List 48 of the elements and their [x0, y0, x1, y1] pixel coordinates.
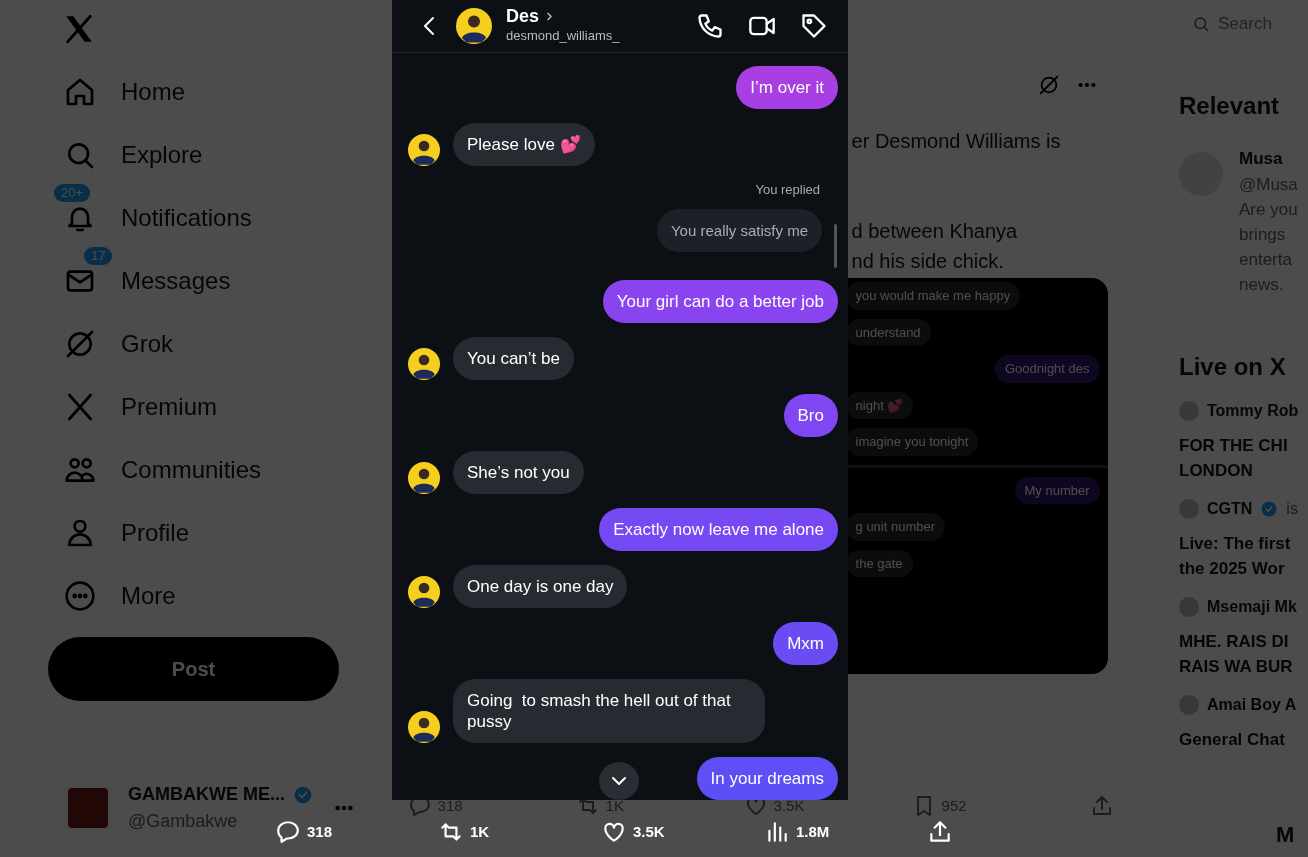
chat-bubble: Going to smash the hell out of that pussy — [453, 679, 765, 743]
chat-bubble: I’m over it — [736, 65, 838, 109]
section-heading: Relevant — [1179, 91, 1281, 121]
phone-icon[interactable] — [696, 12, 724, 40]
avatar — [456, 8, 492, 44]
action-count: 3.5K — [633, 821, 665, 842]
host-name: Msemaji Mk — [1207, 597, 1297, 617]
avatar — [408, 711, 440, 743]
avatar — [408, 348, 440, 380]
post-text: nd his side chick. — [851, 249, 1004, 274]
reply-label: You replied — [755, 180, 820, 199]
chat-bubble: Bro — [783, 394, 838, 437]
chat-bubble: In your dreams — [696, 757, 838, 800]
contact-name[interactable]: Des — [506, 6, 540, 27]
live-title: Live: The first — [1179, 533, 1292, 555]
host-name: CGTN — [1207, 499, 1253, 519]
live-title: LONDON — [1179, 460, 1254, 482]
contact-username: desmond_williams_ — [506, 27, 620, 46]
account-name: GAMBAKWE ME... — [128, 783, 285, 806]
chat-bubble: She’s not you — [453, 451, 584, 494]
avatar — [408, 576, 440, 608]
live-title: RAIS WA BUR — [1179, 656, 1294, 678]
chat-bubble: You can’t be — [453, 337, 574, 380]
live-title: the 2025 Wor — [1179, 558, 1286, 580]
section-heading: Live on X — [1179, 352, 1287, 382]
avatar — [408, 462, 440, 494]
chat-bubble: Mxm — [773, 622, 838, 665]
avatar — [408, 133, 440, 166]
tag-icon[interactable] — [800, 12, 828, 40]
scroll-bar — [834, 224, 837, 268]
post-text: d between Khanya — [851, 219, 1018, 244]
live-title: MHE. RAIS DI — [1179, 631, 1290, 653]
post-text: er Desmond Williams is — [851, 129, 1061, 154]
profile-name: Musa — [1239, 148, 1284, 170]
chat-bubble: Please love 💕 — [453, 122, 595, 166]
chat-bubble: Exactly now leave me alone — [599, 508, 838, 551]
action-count: 318 — [307, 821, 333, 842]
live-title: General Chat — [1179, 729, 1286, 751]
chat-bubble: Your girl can do a better job — [602, 280, 838, 323]
host-name: Tommy Rob — [1207, 401, 1299, 421]
share-icon[interactable] — [927, 819, 953, 845]
action-count: 1K — [470, 821, 490, 842]
host-name: Amai Boy A — [1207, 695, 1297, 715]
action-count: 1.8M — [796, 821, 830, 842]
live-title: FOR THE CHI — [1179, 435, 1289, 457]
speech-bubble-icon[interactable] — [275, 819, 301, 845]
chat-bubble: One day is one day — [453, 565, 628, 608]
quoted-message: You really satisfy me — [657, 209, 822, 252]
